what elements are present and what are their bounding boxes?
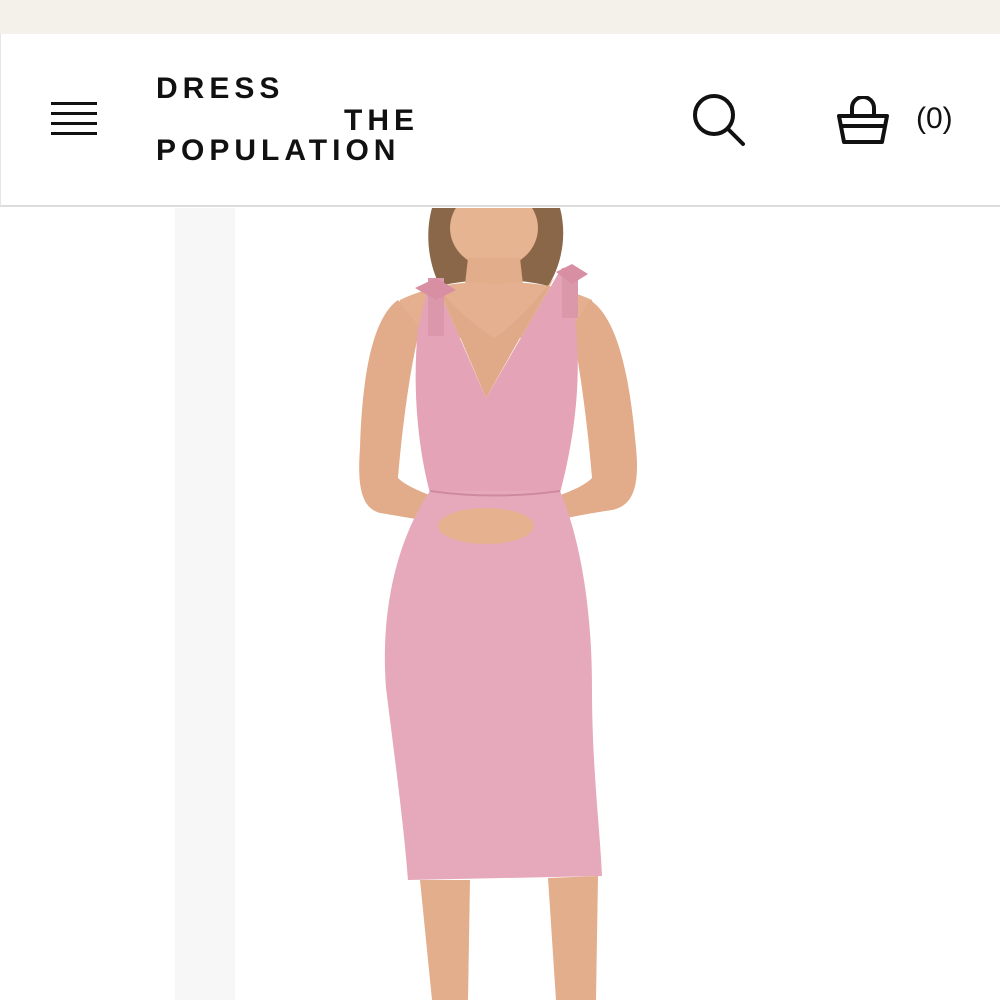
cart-button[interactable] — [836, 95, 890, 146]
logo-line-2: THE — [344, 104, 419, 137]
product-photo[interactable] — [0, 208, 1000, 1000]
product-image-area[interactable] — [0, 208, 1000, 1000]
search-button[interactable] — [691, 92, 747, 148]
menu-button[interactable] — [51, 100, 97, 140]
cart-count[interactable]: (0) — [916, 102, 953, 136]
model-legs — [420, 880, 470, 1000]
logo-line-3: POPULATION — [156, 134, 401, 167]
promo-banner[interactable] — [0, 0, 1000, 34]
model-hands — [438, 508, 534, 544]
search-icon — [693, 94, 745, 146]
dress-skirt — [384, 491, 602, 880]
brand-logo[interactable]: DRESS THE POPULATION — [156, 72, 426, 167]
hamburger-menu-icon — [51, 102, 97, 105]
site-header: DRESS THE POPULATION (0) — [0, 34, 1000, 207]
logo-line-1: DRESS — [156, 72, 285, 105]
shopping-basket-icon — [837, 95, 889, 144]
